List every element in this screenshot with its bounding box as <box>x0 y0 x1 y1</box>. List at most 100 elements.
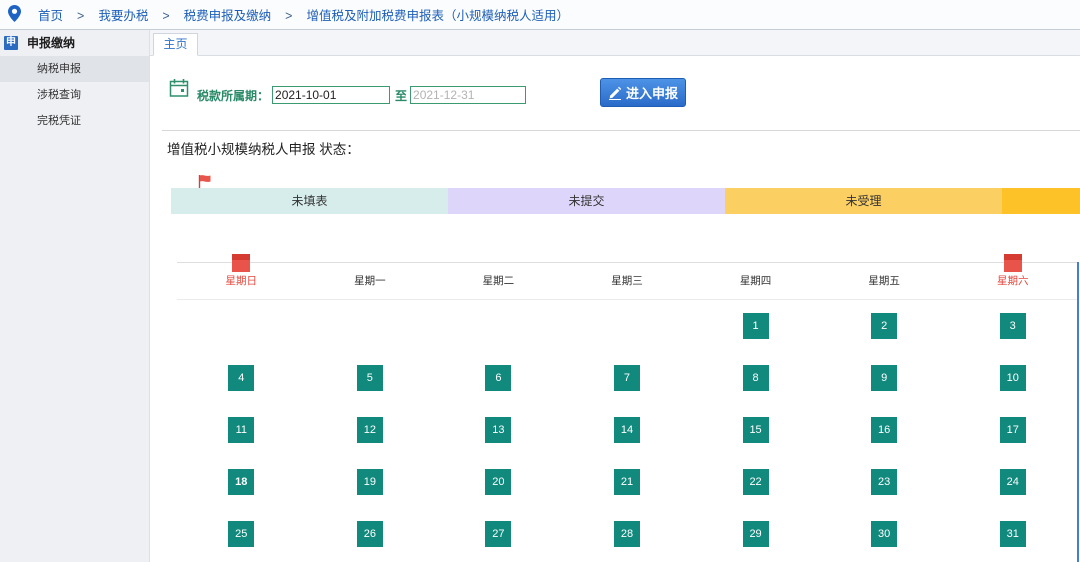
calendar-cell: 11 <box>177 404 306 456</box>
calendar-day[interactable]: 22 <box>742 469 769 495</box>
calendar-day[interactable]: 28 <box>613 521 640 547</box>
calendar-cell: 24 <box>948 456 1077 508</box>
breadcrumb-tax-handling[interactable]: 我要办税 <box>98 9 148 23</box>
calendar-day[interactable]: 19 <box>356 469 383 495</box>
status-progress-bar: 未填表 未提交 未受理 <box>171 188 1080 214</box>
calendar-cell: 17 <box>948 404 1077 456</box>
calendar-day[interactable]: 24 <box>999 469 1026 495</box>
weekday-label: 星期一 <box>354 275 386 287</box>
calendar-cell: 12 <box>306 404 435 456</box>
calendar-day[interactable]: 14 <box>613 417 640 443</box>
calendar-day[interactable]: 5 <box>356 365 383 391</box>
weekday-wednesday: 星期三 <box>563 263 692 299</box>
edit-icon <box>608 86 622 100</box>
sidebar-header-label: 申报缴纳 <box>27 36 76 50</box>
calendar-cell: 28 <box>563 508 692 560</box>
sidebar-item-tax-declaration[interactable]: 纳税申报 <box>0 56 149 82</box>
calendar-cell: 2 <box>820 300 949 352</box>
breadcrumb: 首页 > 我要办税 > 税费申报及缴纳 > 增值税及附加税费申报表（小规模纳税人适用） <box>38 2 569 30</box>
status-step-unsubmitted: 未提交 <box>448 188 725 214</box>
calendar-day[interactable]: 13 <box>485 417 512 443</box>
weekday-label: 星期日 <box>225 275 258 287</box>
calendar-cell: 21 <box>563 456 692 508</box>
declare-section-icon: 申 <box>4 36 18 50</box>
calendar-day[interactable]: 4 <box>228 365 255 391</box>
tab-home[interactable]: 主页 <box>153 33 198 56</box>
calendar-cell: 9 <box>820 352 949 404</box>
weekday-label: 星期五 <box>868 275 900 287</box>
calendar-day[interactable]: 23 <box>871 469 898 495</box>
weekday-label: 星期二 <box>482 275 515 287</box>
calendar-day[interactable]: 25 <box>228 521 255 547</box>
weekend-marker-icon <box>232 254 251 272</box>
calendar-cell: 18 <box>177 456 306 508</box>
calendar-day[interactable]: 21 <box>613 469 640 495</box>
tax-period-label: 税款所属期： <box>197 88 270 103</box>
weekday-sunday: 星期日 <box>177 254 306 299</box>
sidebar-item-tax-query[interactable]: 涉税查询 <box>0 82 149 108</box>
calendar-cell: 3 <box>948 300 1077 352</box>
calendar-day[interactable]: 7 <box>613 365 640 391</box>
calendar-day[interactable]: 15 <box>742 417 769 443</box>
calendar-cell <box>563 300 692 352</box>
calendar-day[interactable]: 29 <box>742 521 769 547</box>
calendar-cell: 30 <box>820 508 949 560</box>
status-step-next <box>1002 188 1080 214</box>
calendar-header: 星期日 星期一 星期二 星期三 星期四 星期五 星期六 <box>177 254 1077 300</box>
calendar-cell: 6 <box>434 352 563 404</box>
sidebar-item-label: 纳税申报 <box>37 63 81 75</box>
calendar-grid: 1 2 3 4 5 6 7 8 9 10 11 12 13 14 15 16 17 18 19 20 21 22 23 24 2… <box>177 300 1077 560</box>
status-step-unfilled: 未填表 <box>171 188 448 214</box>
status-step-unaccepted: 未受理 <box>725 188 1002 214</box>
main-content: 税款所属期： 至 进入申报 增值税小规模纳税人申报 状态： 未填表 未提交 <box>150 56 1080 562</box>
calendar-day[interactable]: 9 <box>871 365 898 391</box>
calendar-day[interactable]: 26 <box>356 521 383 547</box>
weekday-friday: 星期五 <box>820 263 949 299</box>
calendar-day[interactable]: 31 <box>999 521 1026 547</box>
declare-button-label: 进入申报 <box>625 86 678 101</box>
status-step-label: 未提交 <box>568 194 605 208</box>
period-end-input[interactable] <box>410 86 527 104</box>
calendar-day[interactable]: 3 <box>999 313 1026 339</box>
period-start-input[interactable] <box>272 86 391 104</box>
sidebar-item-label: 涉税查询 <box>37 89 81 101</box>
weekend-marker-icon <box>1003 254 1022 272</box>
calendar-cell: 20 <box>434 456 563 508</box>
breadcrumb-separator: > <box>77 9 85 23</box>
calendar-day[interactable]: 17 <box>999 417 1026 443</box>
status-step-label: 未受理 <box>845 194 882 208</box>
calendar-cell: 31 <box>948 508 1077 560</box>
calendar-cell <box>177 300 306 352</box>
calendar-day[interactable]: 27 <box>485 521 512 547</box>
calendar-day[interactable]: 11 <box>228 417 255 443</box>
calendar-day[interactable]: 10 <box>999 365 1026 391</box>
calendar-cell: 4 <box>177 352 306 404</box>
status-title: 增值税小规模纳税人申报 状态： <box>167 142 360 157</box>
calendar: 星期日 星期一 星期二 星期三 星期四 星期五 星期六 1 2 3 4 5 6 … <box>177 254 1077 560</box>
sidebar: 申 申报缴纳 纳税申报 涉税查询 完税凭证 <box>0 30 150 562</box>
breadcrumb-declare-and-pay[interactable]: 税费申报及缴纳 <box>184 9 272 23</box>
breadcrumb-home[interactable]: 首页 <box>38 9 63 23</box>
calendar-day[interactable]: 18 <box>228 469 255 495</box>
calendar-day[interactable]: 1 <box>742 313 769 339</box>
sidebar-item-tax-certificate[interactable]: 完税凭证 <box>0 108 149 134</box>
calendar-cell: 8 <box>691 352 820 404</box>
calendar-day[interactable]: 2 <box>871 313 898 339</box>
sidebar-header[interactable]: 申 申报缴纳 <box>0 30 149 56</box>
breadcrumb-separator: > <box>285 9 293 23</box>
calendar-day[interactable]: 30 <box>871 521 898 547</box>
weekday-tuesday: 星期二 <box>434 263 563 299</box>
calendar-day[interactable]: 8 <box>742 365 769 391</box>
weekday-monday: 星期一 <box>306 263 435 299</box>
calendar-cell: 7 <box>563 352 692 404</box>
calendar-day[interactable]: 16 <box>871 417 898 443</box>
calendar-day[interactable]: 6 <box>485 365 512 391</box>
calendar-cell <box>306 300 435 352</box>
calendar-day[interactable]: 12 <box>356 417 383 443</box>
declare-button[interactable]: 进入申报 <box>600 78 686 107</box>
period-to-label: 至 <box>395 88 408 103</box>
calendar-day[interactable]: 20 <box>485 469 512 495</box>
calendar-right-border <box>1077 262 1079 562</box>
calendar-cell: 27 <box>434 508 563 560</box>
calendar-cell: 23 <box>820 456 949 508</box>
